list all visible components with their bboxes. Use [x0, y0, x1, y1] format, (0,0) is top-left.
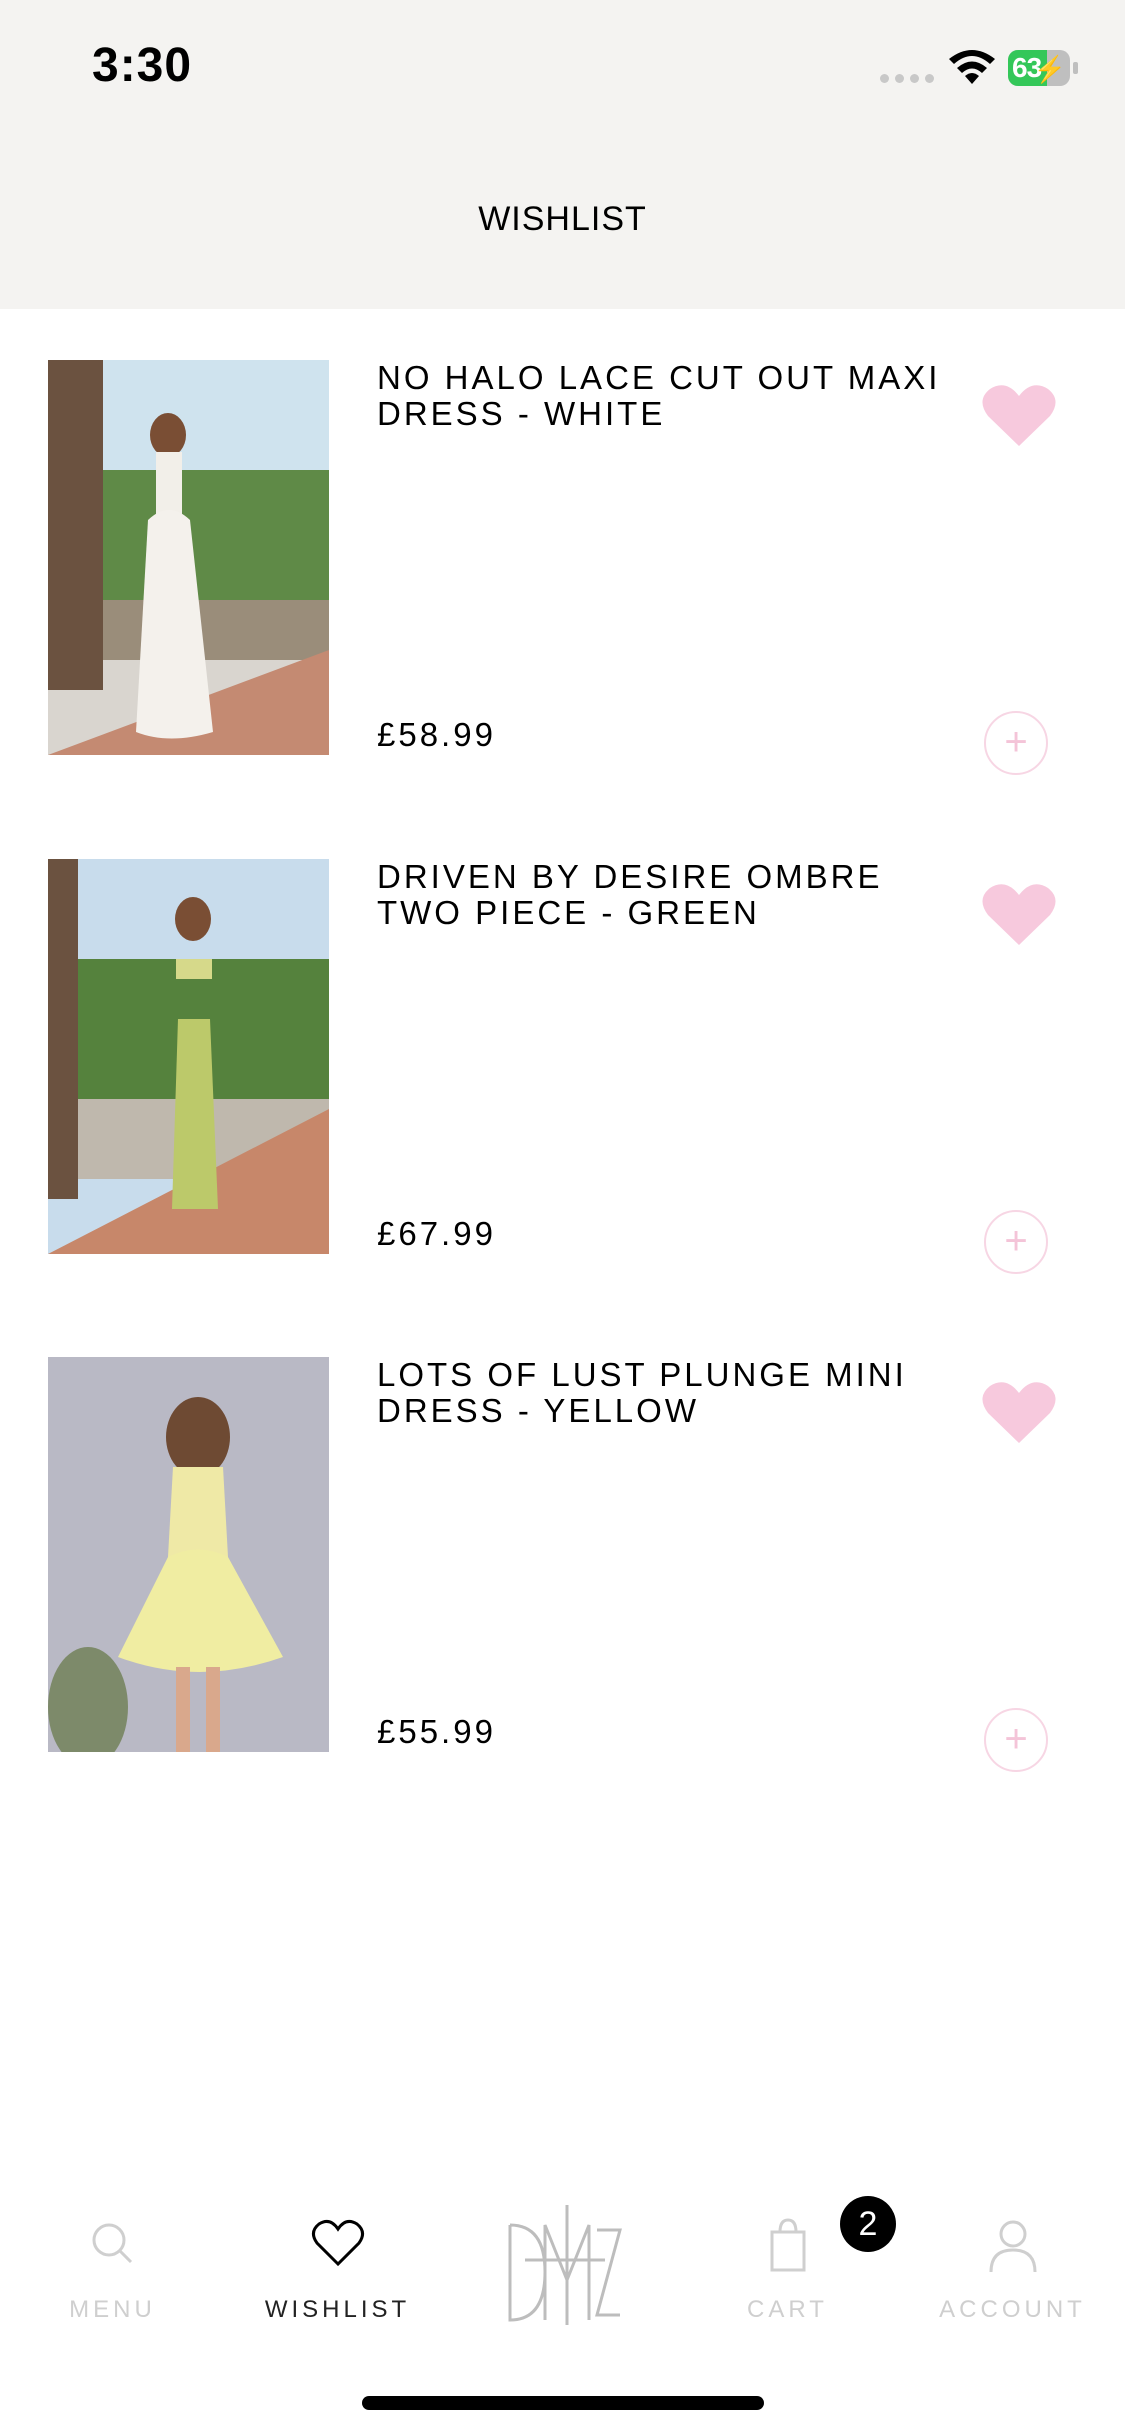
- home-indicator[interactable]: [362, 2396, 764, 2410]
- wishlist-item[interactable]: DRIVEN BY DESIRE OMBRE TWO PIECE - GREEN…: [0, 859, 1125, 1274]
- product-price: £58.99: [377, 716, 496, 753]
- battery-icon: 63 ⚡: [1008, 50, 1070, 86]
- charging-bolt-icon: ⚡: [1033, 54, 1066, 84]
- add-to-cart-button[interactable]: +: [984, 711, 1048, 775]
- add-to-cart-button[interactable]: +: [984, 1708, 1048, 1772]
- battery-tip: [1073, 62, 1078, 74]
- add-to-cart-button[interactable]: +: [984, 1210, 1048, 1274]
- tab-label: CART: [747, 2296, 828, 2323]
- wishlist-item[interactable]: LOTS OF LUST PLUNGE MINI DRESS - YELLOW …: [0, 1357, 1125, 1772]
- brand-logo[interactable]: [505, 2200, 625, 2330]
- cart-count-badge: 2: [840, 2196, 896, 2252]
- shopping-bag-icon: [770, 2218, 805, 2272]
- product-price: £67.99: [377, 1215, 496, 1252]
- wishlist-item[interactable]: NO HALO LACE CUT OUT MAXI DRESS - WHITE …: [0, 360, 1125, 775]
- header-bar: 3:30 63 ⚡ WISHLIST: [0, 0, 1125, 309]
- tab-label: MENU: [69, 2296, 156, 2323]
- wishlist-heart-icon[interactable]: [982, 382, 1056, 448]
- wishlist-heart-icon[interactable]: [982, 881, 1056, 947]
- wishlist-heart-icon[interactable]: [982, 1379, 1056, 1445]
- heart-icon: [311, 2219, 364, 2267]
- product-name[interactable]: LOTS OF LUST PLUNGE MINI DRESS - YELLOW: [377, 1357, 957, 1429]
- cellular-signal-icon: [880, 74, 934, 83]
- wifi-icon: [949, 50, 995, 84]
- status-time: 3:30: [92, 39, 193, 92]
- tab-label: WISHLIST: [264, 2296, 411, 2323]
- user-icon: [989, 2220, 1036, 2273]
- product-image[interactable]: [48, 859, 329, 1254]
- product-name[interactable]: NO HALO LACE CUT OUT MAXI DRESS - WHITE: [377, 360, 957, 432]
- product-price: £55.99: [377, 1713, 496, 1750]
- search-icon: [92, 2223, 132, 2264]
- page-title: WISHLIST: [478, 200, 647, 238]
- product-name[interactable]: DRIVEN BY DESIRE OMBRE TWO PIECE - GREEN: [377, 859, 957, 931]
- product-image[interactable]: [48, 1357, 329, 1752]
- product-image[interactable]: [48, 360, 329, 755]
- tab-label: ACCOUNT: [939, 2296, 1086, 2323]
